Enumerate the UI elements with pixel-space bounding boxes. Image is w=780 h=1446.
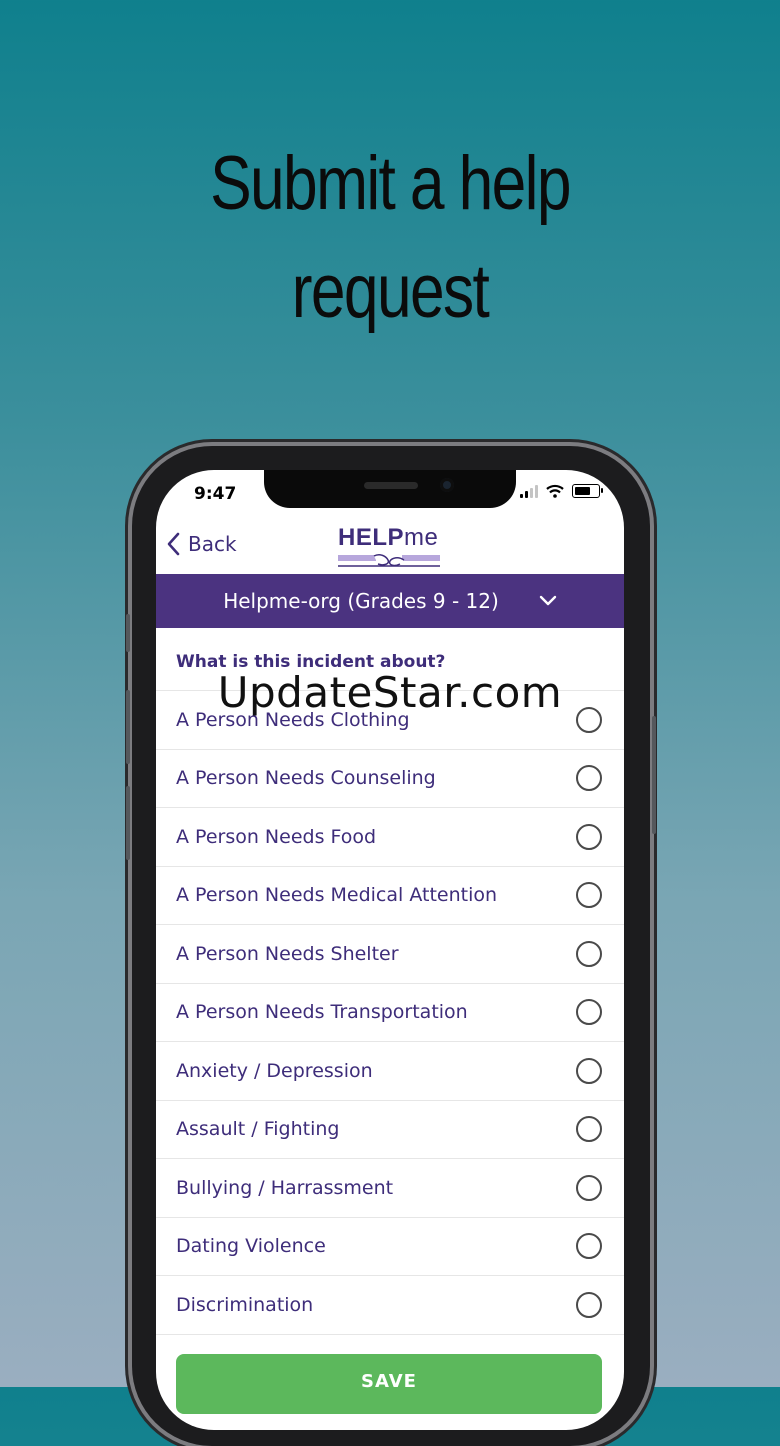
headline: Submit a help request [70, 130, 710, 346]
option-row[interactable]: Assault / Fighting [156, 1099, 624, 1159]
back-button[interactable]: Back [166, 532, 237, 556]
option-row[interactable]: Discrimination [156, 1275, 624, 1334]
option-label: A Person Needs Counseling [176, 767, 436, 790]
option-label: A Person Needs Shelter [176, 942, 399, 965]
wifi-icon [546, 484, 564, 498]
radio-icon[interactable] [576, 1291, 602, 1318]
battery-icon [572, 484, 603, 498]
chevron-down-icon [539, 595, 556, 606]
headline-line-2: request [291, 249, 490, 334]
radio-icon[interactable] [576, 1233, 602, 1260]
option-label: Anxiety / Depression [176, 1059, 373, 1082]
radio-icon[interactable] [576, 999, 602, 1026]
radio-icon[interactable] [576, 1057, 602, 1084]
radio-icon[interactable] [576, 882, 602, 909]
incident-options-list: A Person Needs Clothing A Person Needs C… [156, 690, 624, 1392]
phone-frame: 9:47 Back HELPme Helpme-org (Grades 9 - … [126, 446, 656, 1446]
logo-text-bold: HELP [338, 524, 405, 551]
option-row[interactable]: Dating Violence [156, 1216, 624, 1276]
helping-hands-icon [338, 554, 440, 567]
option-label: Discrimination [176, 1293, 314, 1316]
silent-switch [126, 614, 130, 652]
option-row[interactable]: A Person Needs Transportation [156, 982, 624, 1042]
option-label: Bullying / Harrassment [176, 1176, 394, 1199]
option-label: Dating Violence [176, 1235, 326, 1258]
nav-bar: Back HELPme [156, 520, 624, 574]
status-time: 9:47 [194, 484, 237, 504]
option-row[interactable]: Bullying / Harrassment [156, 1158, 624, 1217]
chevron-left-icon [167, 532, 180, 556]
logo-text-light: me [404, 524, 439, 551]
option-label: Assault / Fighting [176, 1118, 340, 1141]
org-name: Helpme-org (Grades 9 - 12) [223, 589, 499, 613]
volume-down-button [126, 786, 130, 860]
option-row[interactable]: A Person Needs Shelter [156, 924, 624, 983]
helpme-logo: HELPme [338, 524, 440, 572]
option-row[interactable]: A Person Needs Counseling [156, 748, 624, 808]
back-label: Back [188, 532, 237, 556]
org-selector[interactable]: Helpme-org (Grades 9 - 12) [156, 574, 624, 628]
status-icons [520, 484, 603, 498]
front-camera [440, 478, 454, 492]
cellular-signal-icon [520, 484, 538, 498]
option-row[interactable]: A Person Needs Food [156, 807, 624, 866]
radio-icon[interactable] [576, 940, 602, 967]
watermark-text: UpdateStar.com [217, 668, 563, 717]
radio-icon[interactable] [576, 1174, 602, 1201]
headline-line-1: Submit a help [210, 141, 571, 226]
notch [264, 470, 516, 508]
radio-icon[interactable] [576, 1116, 602, 1143]
radio-icon[interactable] [576, 765, 602, 792]
speaker-grille [364, 482, 418, 489]
power-button [652, 716, 656, 834]
option-label: A Person Needs Medical Attention [176, 884, 498, 907]
option-label: A Person Needs Transportation [176, 1001, 468, 1024]
option-label: A Person Needs Food [176, 825, 377, 848]
save-button[interactable]: SAVE [176, 1354, 602, 1414]
phone-screen: 9:47 Back HELPme Helpme-org (Grades 9 - … [156, 470, 624, 1430]
option-row[interactable]: Anxiety / Depression [156, 1041, 624, 1100]
radio-icon[interactable] [576, 823, 602, 850]
option-row[interactable]: A Person Needs Medical Attention [156, 865, 624, 925]
